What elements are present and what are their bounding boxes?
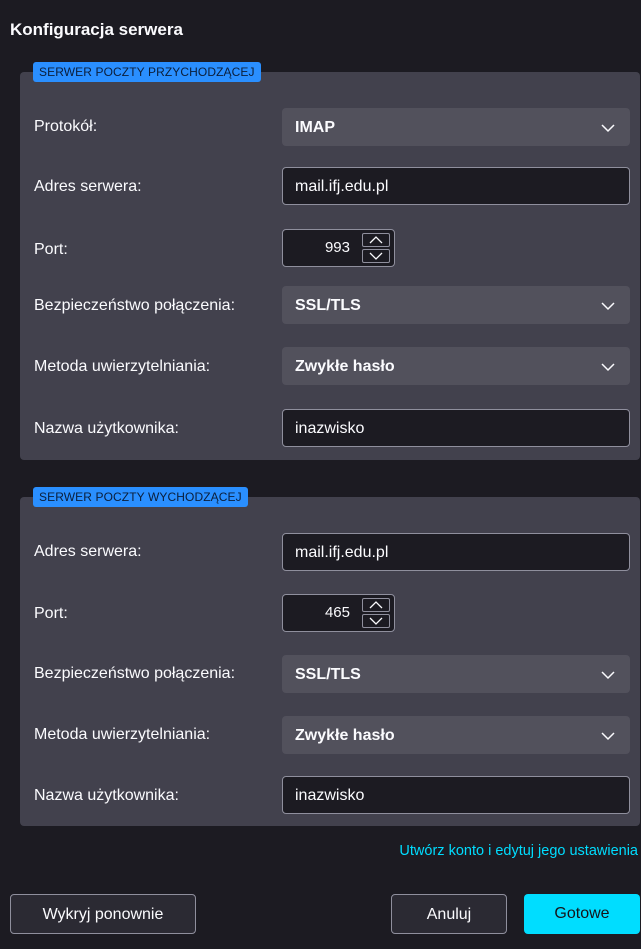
outgoing-port-value: 465 — [324, 604, 350, 621]
cancel-button[interactable]: Anuluj — [391, 894, 507, 934]
incoming-auth-label: Metoda uwierzytelniania: — [34, 358, 211, 375]
outgoing-auth-value: Zwykłe hasło — [295, 727, 395, 744]
incoming-port-stepper[interactable]: 993 — [282, 229, 395, 267]
chevron-down-icon[interactable] — [362, 614, 390, 628]
chevron-down-icon — [601, 109, 615, 147]
incoming-username-input[interactable]: inazwisko — [282, 409, 630, 447]
incoming-server-label: Adres serwera: — [34, 178, 142, 195]
chevron-down-icon — [601, 287, 615, 325]
page-title: Konfiguracja serwera — [10, 20, 183, 39]
done-button[interactable]: Gotowe — [524, 894, 640, 934]
incoming-security-select[interactable]: SSL/TLS — [282, 286, 630, 324]
outgoing-auth-select[interactable]: Zwykłe hasło — [282, 716, 630, 754]
incoming-port-label: Port: — [34, 241, 68, 258]
chevron-up-icon[interactable] — [362, 233, 390, 247]
outgoing-security-label: Bezpieczeństwo połączenia: — [34, 665, 236, 682]
outgoing-username-input[interactable]: inazwisko — [282, 776, 630, 814]
outgoing-auth-label: Metoda uwierzytelniania: — [34, 726, 211, 743]
incoming-protocol-select[interactable]: IMAP — [282, 108, 630, 146]
outgoing-legend: SERWER POCZTY WYCHODZĄCEJ — [33, 487, 248, 507]
incoming-auth-value: Zwykłe hasło — [295, 358, 395, 375]
incoming-auth-select[interactable]: Zwykłe hasło — [282, 347, 630, 385]
chevron-down-icon[interactable] — [362, 249, 390, 263]
incoming-port-value: 993 — [324, 239, 350, 256]
outgoing-port-stepper[interactable]: 465 — [282, 594, 395, 632]
incoming-protocol-label: Protokół: — [34, 118, 98, 135]
chevron-down-icon — [601, 656, 615, 694]
outgoing-port-label: Port: — [34, 605, 68, 622]
incoming-security-value: SSL/TLS — [295, 297, 361, 314]
advanced-config-link[interactable]: Utwórz konto i edytuj jego ustawienia — [399, 843, 638, 859]
outgoing-server-input[interactable]: mail.ifj.edu.pl — [282, 533, 630, 571]
incoming-legend: SERWER POCZTY PRZYCHODZĄCEJ — [33, 62, 261, 82]
incoming-username-label: Nazwa użytkownika: — [34, 420, 179, 437]
chevron-down-icon — [601, 348, 615, 386]
outgoing-username-label: Nazwa użytkownika: — [34, 787, 179, 804]
outgoing-security-select[interactable]: SSL/TLS — [282, 655, 630, 693]
chevron-up-icon[interactable] — [362, 598, 390, 612]
incoming-server-input[interactable]: mail.ifj.edu.pl — [282, 167, 630, 205]
redetect-button[interactable]: Wykryj ponownie — [10, 894, 196, 934]
incoming-protocol-value: IMAP — [295, 119, 335, 136]
outgoing-security-value: SSL/TLS — [295, 666, 361, 683]
outgoing-server-label: Adres serwera: — [34, 543, 142, 560]
incoming-security-label: Bezpieczeństwo połączenia: — [34, 297, 236, 314]
chevron-down-icon — [601, 717, 615, 755]
